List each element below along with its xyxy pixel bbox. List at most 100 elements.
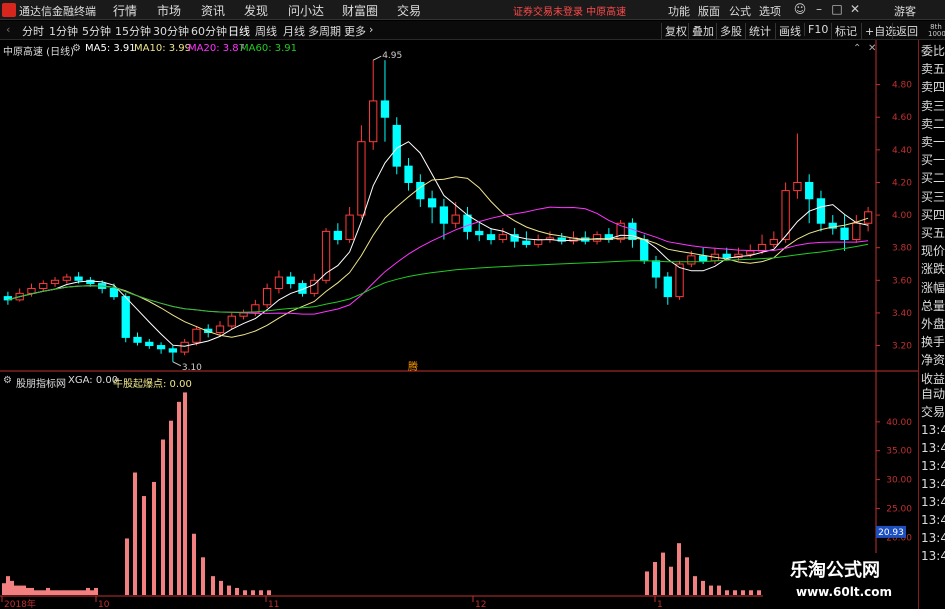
maximize-icon[interactable]: □	[830, 2, 844, 16]
candle-body	[74, 276, 83, 281]
indicator-bar	[6, 576, 10, 595]
candle-body	[451, 214, 460, 224]
minimize-icon[interactable]: –	[812, 2, 826, 16]
menu-gongshi[interactable]: 公式	[729, 3, 751, 19]
indicator-bar	[86, 587, 90, 595]
tab-rixian[interactable]: 日线	[228, 23, 250, 39]
indicator-bar	[78, 590, 82, 595]
sidebar-time: 13:44	[921, 531, 945, 545]
indicator-bar	[10, 580, 14, 595]
indicator-bar	[82, 590, 86, 595]
login-notice[interactable]: 证券交易未登录 中原高速	[513, 3, 626, 18]
chevron-right-icon[interactable]: ›	[369, 23, 373, 36]
sidebar-label: 买三	[921, 189, 945, 204]
sidebar-label: 总量	[921, 298, 945, 313]
user-icon[interactable]: ☺	[793, 2, 807, 16]
chevron-left-icon[interactable]: ‹	[6, 23, 10, 36]
indicator-bar	[58, 590, 62, 595]
guest-label[interactable]: 游客	[894, 3, 916, 19]
candle-body	[698, 255, 708, 262]
ma20-line	[7, 206, 869, 315]
indicator-name[interactable]: 股朋指标网	[16, 375, 66, 390]
candle-body	[463, 214, 472, 232]
add-watchlist-button[interactable]: +自选	[861, 23, 896, 39]
price-tick-label: 4.60	[892, 113, 912, 123]
indicator-bar	[18, 585, 22, 595]
sidebar-label: 买五	[921, 226, 945, 240]
indicator-bar	[90, 590, 94, 595]
fuquan-button[interactable]: 复权	[661, 23, 687, 39]
indicator-bar	[169, 420, 173, 595]
sidebar-label: 换手	[921, 335, 945, 350]
sidebar-label: 卖四	[921, 80, 945, 95]
candle-body	[427, 198, 437, 208]
menu-caifuquan[interactable]: 财富圈	[342, 2, 378, 19]
quote-sidebar: 委比 卖五 卖四 卖三 卖二 卖一 买一 买二 买三 买四 买五 现价 涨跌 涨幅 总量 外盘 换手 净资 收益 自动…	[918, 40, 945, 609]
indicator-bar	[183, 392, 187, 595]
sidebar-label: 卖一	[921, 135, 945, 149]
mark-button[interactable]: 标记	[831, 23, 857, 39]
tab-fenshi[interactable]: 分时	[22, 23, 44, 39]
indicator-bar	[251, 590, 255, 595]
menu-banmian[interactable]: 版面	[698, 3, 720, 19]
indicator-bar	[693, 576, 697, 595]
candle-body	[62, 276, 71, 281]
indicator-bar	[645, 571, 649, 595]
stats-button[interactable]: 统计	[745, 23, 771, 39]
sidebar-label: 外盘	[921, 317, 945, 331]
overlay-button[interactable]: 叠加	[688, 23, 714, 39]
watermark-url: www.60lt.com	[796, 585, 893, 599]
indicator-bar	[54, 590, 58, 595]
tab-more[interactable]: 更多	[344, 23, 366, 39]
draw-line-button[interactable]: 画线	[775, 23, 801, 39]
indicator-bar	[741, 590, 745, 595]
signal-value: 牛股起爆点: 0.00	[113, 379, 192, 390]
menu-zixun[interactable]: 资讯	[201, 2, 225, 19]
menu-xuanxiang[interactable]: 选项	[759, 3, 781, 19]
indicator-bar	[733, 590, 737, 595]
menu-hangqing[interactable]: 行情	[113, 2, 137, 19]
candle-body	[357, 141, 366, 216]
tab-duozhouqi[interactable]: 多周期	[308, 23, 341, 39]
indicator-bar	[267, 590, 271, 595]
tab-15min[interactable]: 15分钟	[115, 23, 151, 39]
indicator-bar	[14, 585, 18, 595]
indicator-bar	[46, 587, 50, 595]
candle-body	[498, 234, 507, 241]
menu-shichang[interactable]: 市场	[157, 2, 181, 19]
indicator-bar	[653, 562, 657, 595]
event-marker: 腾	[408, 360, 418, 373]
price-tick-label: 4.40	[892, 146, 912, 156]
tab-yuexian[interactable]: 月线	[283, 23, 305, 39]
tab-1min[interactable]: 1分钟	[49, 23, 78, 39]
menu-faxian[interactable]: 发现	[244, 2, 268, 19]
menu-gongneng[interactable]: 功能	[668, 3, 690, 19]
candle-body	[687, 255, 696, 265]
sidebar-time: 13:43	[921, 423, 945, 437]
menu-wenxiaoda[interactable]: 问小达	[288, 2, 324, 19]
indicator-tick-label: 35.00	[886, 447, 912, 457]
indicator-bar	[133, 472, 137, 595]
candle-body	[805, 181, 814, 200]
indicator-bar	[701, 580, 705, 595]
tab-zhouxian[interactable]: 周线	[255, 23, 277, 39]
f10-button[interactable]: F10	[804, 23, 828, 36]
candle-body	[416, 181, 425, 200]
candle-body	[274, 276, 284, 289]
sidebar-label: 现价	[921, 244, 945, 259]
candle-body	[262, 287, 272, 306]
tab-5min[interactable]: 5分钟	[82, 23, 111, 39]
indicator-bar	[161, 439, 165, 595]
indicator-bar	[192, 533, 196, 595]
close-icon[interactable]: ✕	[848, 2, 862, 16]
chart-canvas[interactable]: 3.20 3.40 3.60 3.80 4.00 4.20 4.40 4.60 4.80 4.95…	[0, 40, 918, 609]
tab-60min[interactable]: 60分钟	[191, 23, 227, 39]
back-button[interactable]: 返回	[892, 23, 918, 39]
indicator-bar	[757, 590, 761, 595]
candle-body	[380, 100, 390, 118]
sidebar-label: 委比	[921, 44, 945, 58]
multi-stock-button[interactable]: 多股	[716, 23, 742, 39]
tab-30min[interactable]: 30分钟	[153, 23, 189, 39]
indicator-gear-icon[interactable]: ⚙	[3, 375, 12, 386]
menu-jiaoyi[interactable]: 交易	[397, 2, 421, 19]
